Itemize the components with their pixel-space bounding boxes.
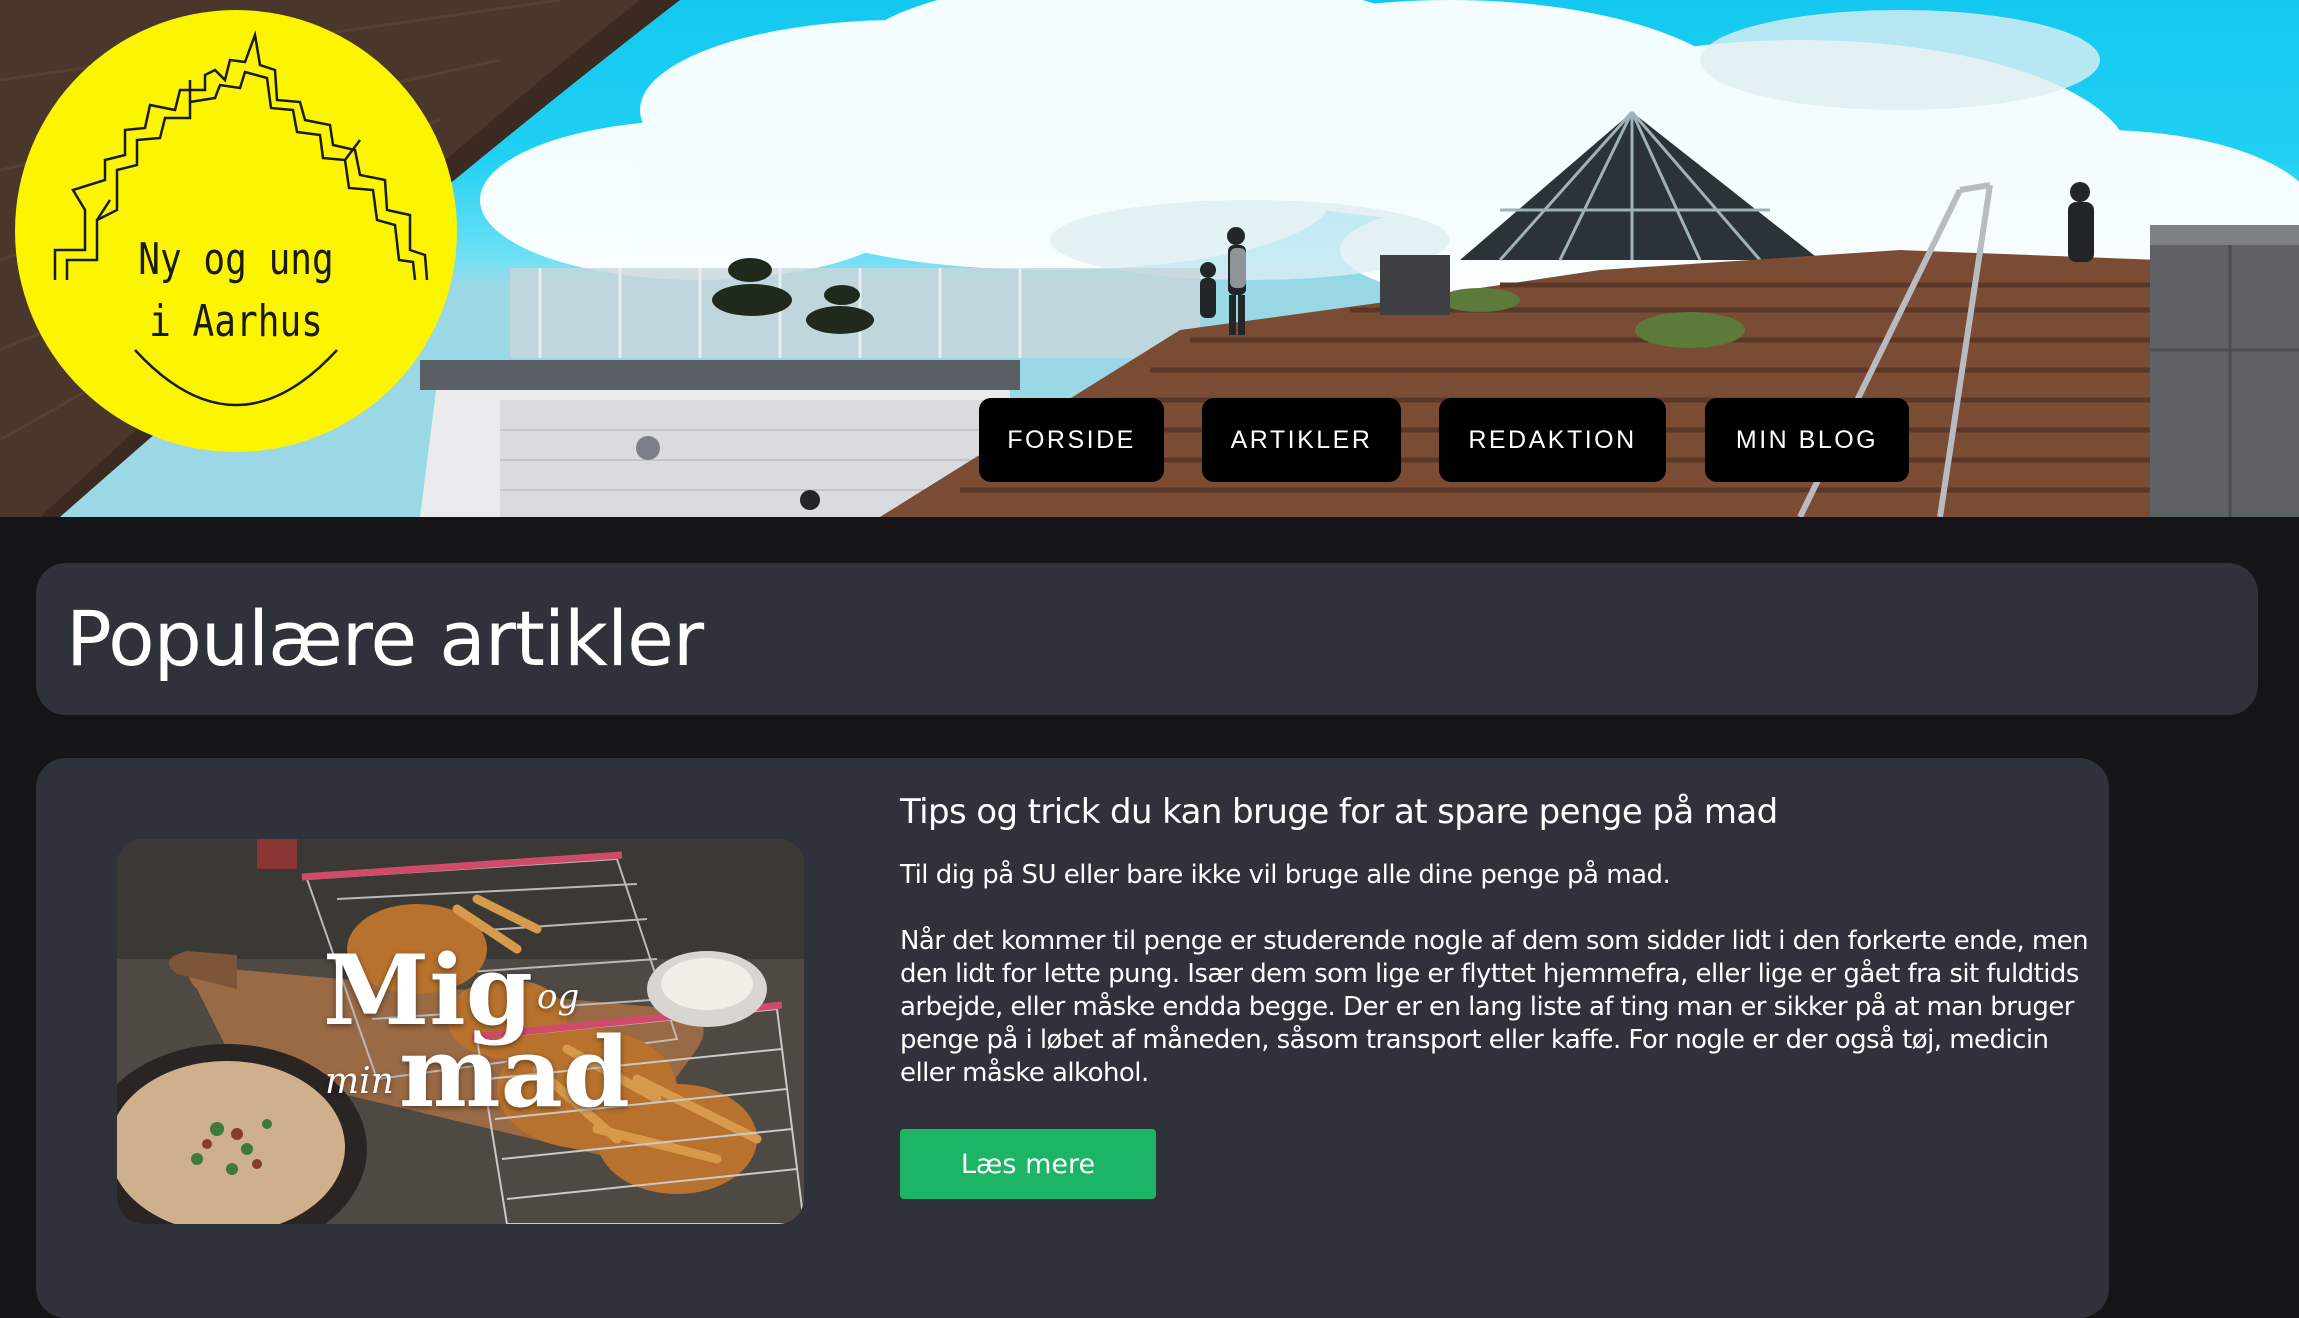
nav-artikler-button[interactable]: ARTIKLER: [1202, 398, 1401, 482]
article-title[interactable]: Tips og trick du kan bruge for at spare …: [900, 788, 1778, 836]
article-thumbnail[interactable]: Mig og min mad: [117, 839, 804, 1224]
article-excerpt: Når det kommer til penge er studerende n…: [900, 926, 2089, 1088]
nav-redaktion-button[interactable]: REDAKTION: [1439, 398, 1666, 482]
thumbnail-word-mad: mad: [399, 1016, 630, 1129]
article-card: Mig og min mad Tips og trick du kan brug…: [36, 758, 2109, 1318]
hero-banner: Ny og ung i Aarhus FORSIDE ARTIKLER REDA…: [0, 0, 2299, 517]
logo-line-1: Ny og ung: [138, 234, 334, 285]
thumbnail-word-og: og: [537, 977, 580, 1017]
read-more-button[interactable]: Læs mere: [900, 1129, 1156, 1199]
popular-articles-header: Populære artikler: [36, 563, 2258, 715]
thumbnail-word-min: min: [325, 1061, 394, 1102]
nav-min-blog-button[interactable]: MIN BLOG: [1705, 398, 1909, 482]
article-subtitle: Til dig på SU eller bare ikke vil bruge …: [900, 860, 1671, 890]
site-logo[interactable]: Ny og ung i Aarhus: [15, 10, 457, 452]
page-title: Populære artikler: [66, 594, 704, 683]
logo-line-2: i Aarhus: [149, 296, 323, 347]
nav-forside-button[interactable]: FORSIDE: [979, 398, 1164, 482]
